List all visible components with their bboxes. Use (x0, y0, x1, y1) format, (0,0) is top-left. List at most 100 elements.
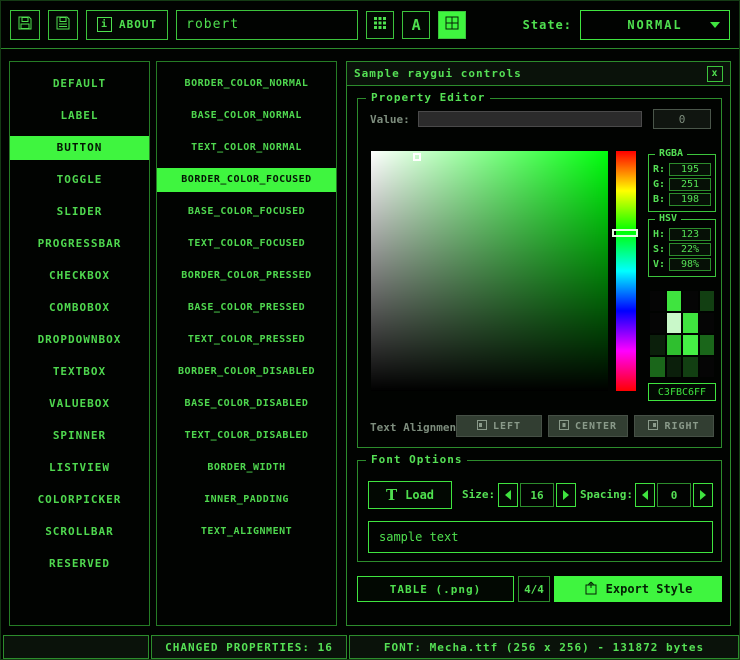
control-list-item[interactable]: COLORPICKER (10, 488, 149, 512)
export-style-button[interactable]: Export Style (554, 576, 722, 602)
load-font-button[interactable]: T Load (368, 481, 452, 509)
style-color-swatch[interactable] (667, 291, 682, 311)
style-color-swatch[interactable] (683, 357, 698, 377)
info-icon: i (97, 17, 112, 32)
align-center-label: CENTER (575, 421, 617, 432)
style-color-swatch[interactable] (683, 313, 698, 333)
property-list-item[interactable]: TEXT_ALIGNMENT (157, 520, 336, 544)
control-list-item[interactable]: SCROLLBAR (10, 520, 149, 544)
value-slider[interactable] (418, 111, 642, 127)
state-dropdown[interactable]: NORMAL (580, 10, 730, 40)
style-color-swatch[interactable] (650, 313, 665, 333)
control-list-item[interactable]: CHECKBOX (10, 264, 149, 288)
control-list-item[interactable]: SLIDER (10, 200, 149, 224)
property-list-item[interactable]: BASE_COLOR_PRESSED (157, 296, 336, 320)
value-box[interactable]: 0 (653, 109, 711, 129)
size-spinner: 16 (498, 483, 576, 507)
property-list-item[interactable]: INNER_PADDING (157, 488, 336, 512)
brightness-value-box[interactable]: 98% (669, 258, 711, 271)
font-options-group: Font Options T Load Size: 16 Spacing: 0 … (357, 460, 722, 562)
hue-slider[interactable] (616, 151, 636, 391)
style-color-swatch[interactable] (700, 335, 715, 355)
red-value-box[interactable]: 195 (669, 163, 711, 176)
style-color-swatch[interactable] (667, 357, 682, 377)
property-list-item[interactable]: BORDER_COLOR_PRESSED (157, 264, 336, 288)
sample-text-input[interactable]: sample text (368, 521, 713, 553)
property-list-item-selected[interactable]: BORDER_COLOR_FOCUSED (157, 168, 336, 192)
align-left-button[interactable]: LEFT (456, 415, 542, 437)
table-view-button[interactable] (438, 11, 466, 39)
export-format-button[interactable]: TABLE (.png) (357, 576, 514, 602)
brightness-label: V: (653, 259, 665, 270)
control-list-item[interactable]: COMBOBOX (10, 296, 149, 320)
state-label: State: (523, 18, 572, 32)
pages-value-box[interactable]: 4/4 (518, 576, 550, 602)
property-list-item[interactable]: BASE_COLOR_FOCUSED (157, 200, 336, 224)
font-view-button[interactable]: A (402, 11, 430, 39)
style-color-swatch[interactable] (667, 313, 682, 333)
control-list-item[interactable]: TEXTBOX (10, 360, 149, 384)
style-color-swatch[interactable] (700, 291, 715, 311)
property-list-item[interactable]: TEXT_COLOR_DISABLED (157, 424, 336, 448)
property-list-item[interactable]: BASE_COLOR_DISABLED (157, 392, 336, 416)
spacing-decrease-button[interactable] (635, 483, 655, 507)
arrow-right-icon (563, 490, 569, 500)
properties-list: BORDER_COLOR_NORMAL BASE_COLOR_NORMAL TE… (156, 61, 337, 626)
align-left-icon (477, 420, 487, 433)
spacing-label: Spacing: (580, 488, 633, 501)
control-list-item-selected[interactable]: BUTTON (10, 136, 149, 160)
state-dropdown-value: NORMAL (627, 18, 682, 32)
control-list-item[interactable]: PROGRESSBAR (10, 232, 149, 256)
hex-color-input[interactable]: C3FBC6FF (648, 383, 716, 401)
property-list-item[interactable]: TEXT_COLOR_PRESSED (157, 328, 336, 352)
style-color-swatch[interactable] (683, 291, 698, 311)
size-value-box[interactable]: 16 (520, 483, 554, 507)
property-list-item[interactable]: BORDER_COLOR_DISABLED (157, 360, 336, 384)
align-center-button[interactable]: CENTER (548, 415, 628, 437)
spacing-increase-button[interactable] (693, 483, 713, 507)
close-button[interactable]: x (707, 66, 723, 82)
size-decrease-button[interactable] (498, 483, 518, 507)
control-list-item[interactable]: RESERVED (10, 552, 149, 576)
property-list-item[interactable]: BORDER_COLOR_NORMAL (157, 72, 336, 96)
control-list-item[interactable]: DEFAULT (10, 72, 149, 96)
control-list-item[interactable]: SPINNER (10, 424, 149, 448)
saturation-value-box[interactable]: 22% (669, 243, 711, 256)
color-picker-panel[interactable] (371, 151, 608, 391)
window-titlebar[interactable]: Sample raygui controls x (347, 62, 730, 86)
spacing-value-box[interactable]: 0 (657, 483, 691, 507)
style-color-swatch[interactable] (667, 335, 682, 355)
style-color-swatch[interactable] (700, 357, 715, 377)
control-list-item[interactable]: LABEL (10, 104, 149, 128)
save-style-button[interactable] (48, 10, 78, 40)
property-list-item[interactable]: BASE_COLOR_NORMAL (157, 104, 336, 128)
align-right-button[interactable]: RIGHT (634, 415, 714, 437)
style-color-swatch[interactable] (650, 357, 665, 377)
control-list-item[interactable]: DROPDOWNBOX (10, 328, 149, 352)
hsv-title: HSV (655, 213, 681, 224)
control-list-item[interactable]: LISTVIEW (10, 456, 149, 480)
statusbar-changed-properties: CHANGED PROPERTIES: 16 (151, 635, 347, 659)
style-color-swatch[interactable] (650, 335, 665, 355)
style-name-input[interactable] (176, 10, 358, 40)
style-color-swatch[interactable] (650, 291, 665, 311)
green-row: G: 251 (653, 178, 711, 191)
property-list-item[interactable]: TEXT_COLOR_FOCUSED (157, 232, 336, 256)
window-title: Sample raygui controls (354, 67, 522, 80)
style-color-swatch[interactable] (683, 335, 698, 355)
control-list-item[interactable]: TOGGLE (10, 168, 149, 192)
align-right-icon (648, 420, 658, 433)
align-left-label: LEFT (493, 421, 521, 432)
property-list-item[interactable]: TEXT_COLOR_NORMAL (157, 136, 336, 160)
hue-value-box[interactable]: 123 (669, 228, 711, 241)
blue-value-box[interactable]: 198 (669, 193, 711, 206)
load-style-button[interactable] (10, 10, 40, 40)
about-button[interactable]: i ABOUT (86, 10, 168, 40)
green-value-box[interactable]: 251 (669, 178, 711, 191)
control-list-item[interactable]: VALUEBOX (10, 392, 149, 416)
style-color-swatch[interactable] (700, 313, 715, 333)
sample-controls-window: Sample raygui controls x Property Editor… (346, 61, 731, 626)
controls-grid-view-button[interactable] (366, 11, 394, 39)
property-list-item[interactable]: BORDER_WIDTH (157, 456, 336, 480)
size-increase-button[interactable] (556, 483, 576, 507)
